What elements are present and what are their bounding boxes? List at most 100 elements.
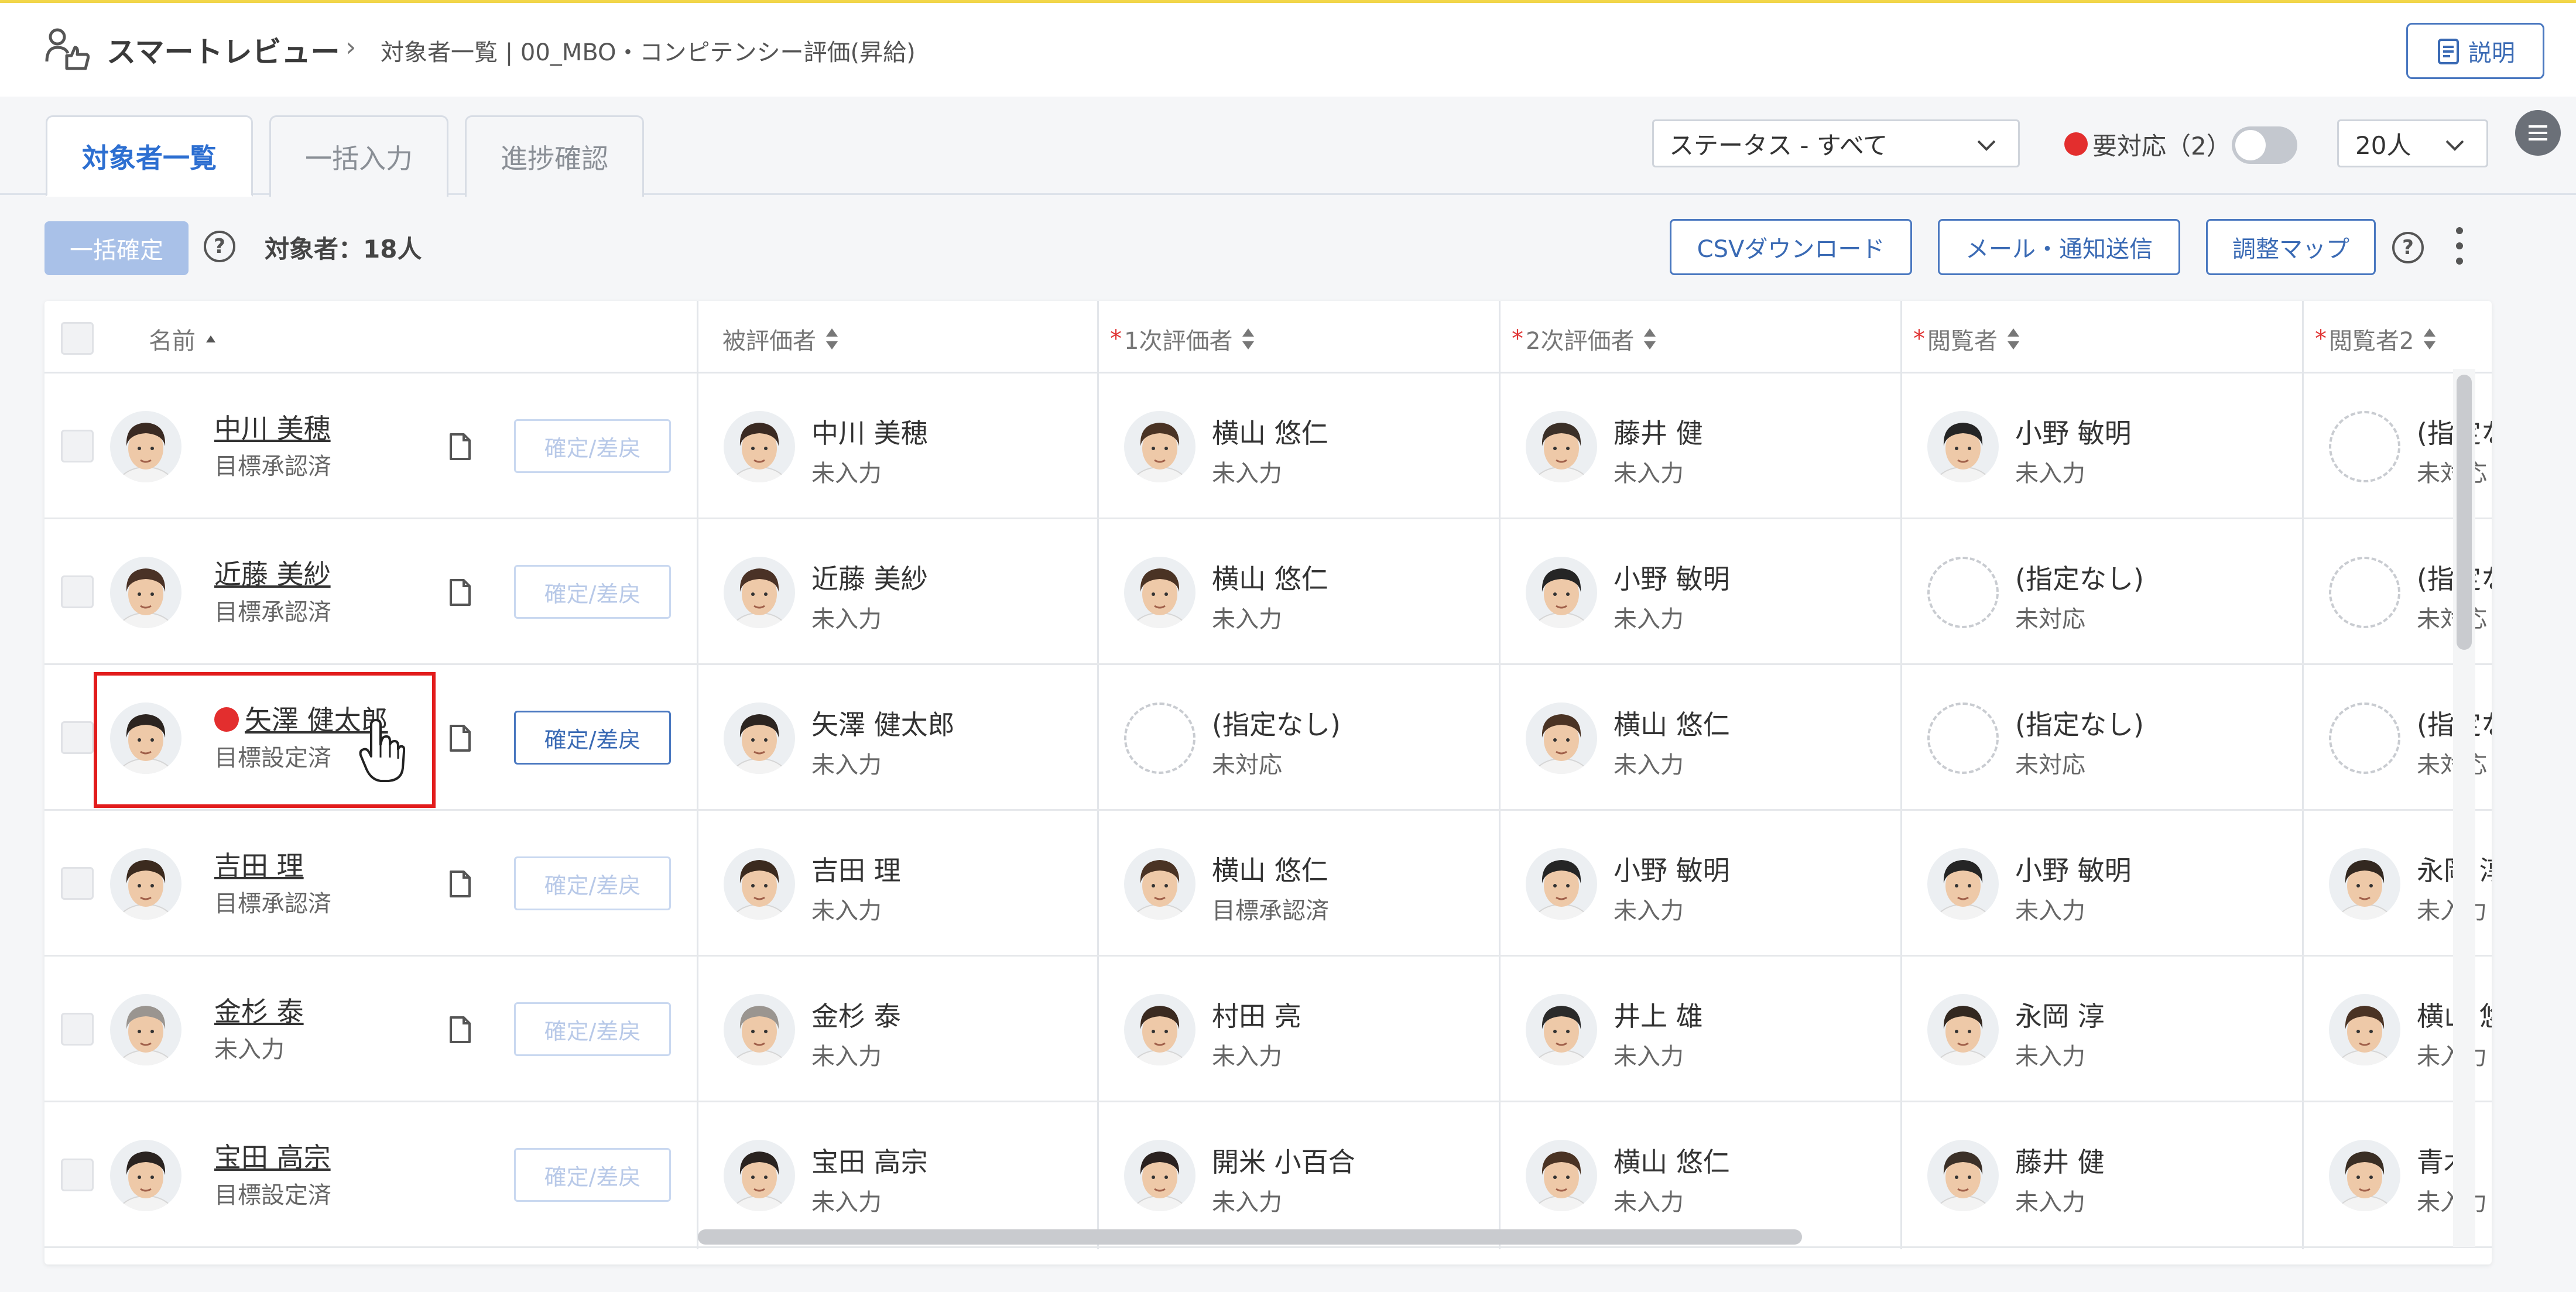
table-row: 中川 美穂 目標承認済 確定/差戻 中川 美穂 未入力 横山 悠仁 未入力 藤井 健未入力 小野… [44, 373, 2492, 519]
row-checkbox[interactable] [61, 430, 94, 462]
viewer-status: 未入力 [2015, 460, 2085, 487]
confirm-return-button[interactable]: 確定/差戻 [514, 711, 671, 765]
first-name: 横山 悠仁 [1212, 855, 1328, 886]
avatar [1124, 994, 1195, 1065]
avatar [110, 994, 181, 1065]
avatar [1526, 411, 1597, 482]
first-name: 横山 悠仁 [1212, 417, 1328, 449]
mail-notify-button[interactable]: メール・通知送信 [1938, 219, 2180, 275]
column-header-label: 名前 [149, 328, 196, 355]
row-checkbox[interactable] [61, 575, 94, 608]
confirm-return-button[interactable]: 確定/差戻 [514, 1148, 671, 1202]
row-checkbox[interactable] [61, 1159, 94, 1191]
column-header-first-evaluator[interactable]: * 1次評価者 [1110, 322, 1256, 356]
status-filter-value: ステータス - すべて [1669, 131, 1888, 160]
first-name: (指定なし) [1212, 709, 1341, 741]
app-header: スマートレビュー › 対象者一覧 | 00_MBO・コンピテンシー評価(昇給) … [0, 3, 2576, 97]
employee-name-link[interactable]: 宝田 高宗 [214, 1136, 331, 1175]
select-all-checkbox[interactable] [61, 322, 94, 355]
confirm-return-button[interactable]: 確定/差戻 [514, 1002, 671, 1056]
app-title[interactable]: スマートレビュー [107, 29, 340, 71]
tab-progress[interactable]: 進捗確認 [465, 115, 644, 197]
viewer-status: 未対応 [2015, 752, 2085, 779]
employee-name-link[interactable]: 中川 美穂 [214, 407, 331, 446]
avatar [1526, 994, 1597, 1065]
confirm-return-button[interactable]: 確定/差戻 [514, 419, 671, 473]
document-icon[interactable] [448, 1015, 472, 1044]
toggle-knob [2235, 130, 2266, 160]
employee-name: 中川 美穂 [214, 413, 331, 444]
employee-name-link[interactable]: 金杉 泰 [214, 991, 304, 1029]
second-name: 小野 敏明 [1614, 855, 1730, 886]
required-mark: * [1110, 325, 1122, 352]
avatar [1526, 1140, 1597, 1211]
employee-name-link[interactable]: 吉田 理 [214, 845, 304, 883]
evaluatee-status: 未入力 [811, 606, 882, 633]
second-status: 未入力 [1614, 460, 1684, 487]
csv-download-button[interactable]: CSVダウンロード [1670, 219, 1912, 275]
help-button[interactable]: 説明 [2406, 23, 2544, 79]
employee-name-link[interactable]: 近藤 美紗 [214, 553, 331, 592]
more-options-icon[interactable] [2451, 227, 2468, 265]
column-header-viewer[interactable]: * 閲覧者 [1913, 322, 2021, 356]
document-icon[interactable] [448, 578, 472, 607]
adjust-map-button[interactable]: 調整マップ [2206, 219, 2376, 275]
vertical-scrollbar[interactable] [2457, 375, 2472, 650]
avatar [2329, 848, 2400, 920]
table-row: 近藤 美紗 目標承認済 確定/差戻 近藤 美紗 未入力 横山 悠仁 未入力 小野 敏明 未入力 (… [44, 519, 2492, 665]
help-circle-icon[interactable]: ? [2392, 232, 2424, 263]
bulk-confirm-button[interactable]: 一括確定 [44, 221, 189, 275]
tab-bulk-input[interactable]: 一括入力 [269, 115, 448, 197]
column-header-viewer2[interactable]: * 閲覧者2 [2315, 322, 2437, 356]
page-size-select[interactable]: 20人 [2337, 119, 2488, 167]
first-status: 未入力 [1212, 1043, 1282, 1070]
viewer-name: 藤井 健 [2015, 1146, 2105, 1178]
avatar [2329, 994, 2400, 1065]
second-status: 未入力 [1614, 606, 1684, 633]
help-circle-icon[interactable]: ? [204, 231, 235, 262]
column-header-label: 閲覧者 [1927, 328, 1998, 355]
first-name: 村田 亮 [1212, 1000, 1301, 1032]
second-name: 藤井 健 [1614, 417, 1703, 449]
confirm-return-button[interactable]: 確定/差戻 [514, 856, 671, 910]
second-name: 井上 雄 [1614, 1000, 1703, 1032]
first-status: 未入力 [1212, 606, 1282, 633]
avatar [1927, 702, 1999, 774]
evaluatee-status: 未入力 [811, 1043, 882, 1070]
employee-status: 目標承認済 [214, 890, 331, 917]
need-action-toggle[interactable] [2232, 126, 2297, 164]
row-checkbox[interactable] [61, 721, 94, 754]
avatar [1927, 557, 1999, 628]
status-filter-select[interactable]: ステータス - すべて [1652, 119, 2020, 167]
avatar [1124, 848, 1195, 920]
avatar [724, 557, 795, 628]
avatar [724, 994, 795, 1065]
target-count: 対象者：18人 [265, 235, 422, 263]
horizontal-scrollbar[interactable] [698, 1229, 1802, 1245]
second-status: 未入力 [1614, 897, 1684, 924]
row-checkbox[interactable] [61, 867, 94, 900]
employee-name: 金杉 泰 [214, 996, 304, 1027]
avatar [2329, 702, 2400, 774]
avatar [110, 1140, 181, 1211]
column-header-second-evaluator[interactable]: * 2次評価者 [1512, 322, 1657, 356]
column-header-evaluatee[interactable]: 被評価者 [722, 322, 840, 356]
menu-button[interactable] [2515, 110, 2561, 156]
avatar [1927, 994, 1999, 1065]
column-header-label: 閲覧者2 [2329, 328, 2414, 355]
table-row: 金杉 泰未入力 確定/差戻 金杉 泰未入力 村田 亮未入力 井上 雄未入力 永岡 淳未入力… [44, 957, 2492, 1102]
document-icon [2438, 39, 2459, 64]
tab-target-list[interactable]: 対象者一覧 [46, 115, 253, 197]
avatar [1927, 411, 1999, 482]
sort-asc-icon [206, 335, 215, 342]
column-header-name[interactable]: 名前 [149, 322, 218, 356]
employee-status: 目標設定済 [214, 1182, 331, 1209]
avatar [2329, 557, 2400, 628]
confirm-return-button[interactable]: 確定/差戻 [514, 565, 671, 619]
document-icon[interactable] [448, 432, 472, 461]
row-checkbox[interactable] [61, 1013, 94, 1046]
employee-name: 宝田 高宗 [214, 1142, 331, 1173]
document-icon[interactable] [448, 869, 472, 899]
document-icon[interactable] [448, 724, 472, 753]
viewer-name: 永岡 淳 [2015, 1000, 2105, 1032]
